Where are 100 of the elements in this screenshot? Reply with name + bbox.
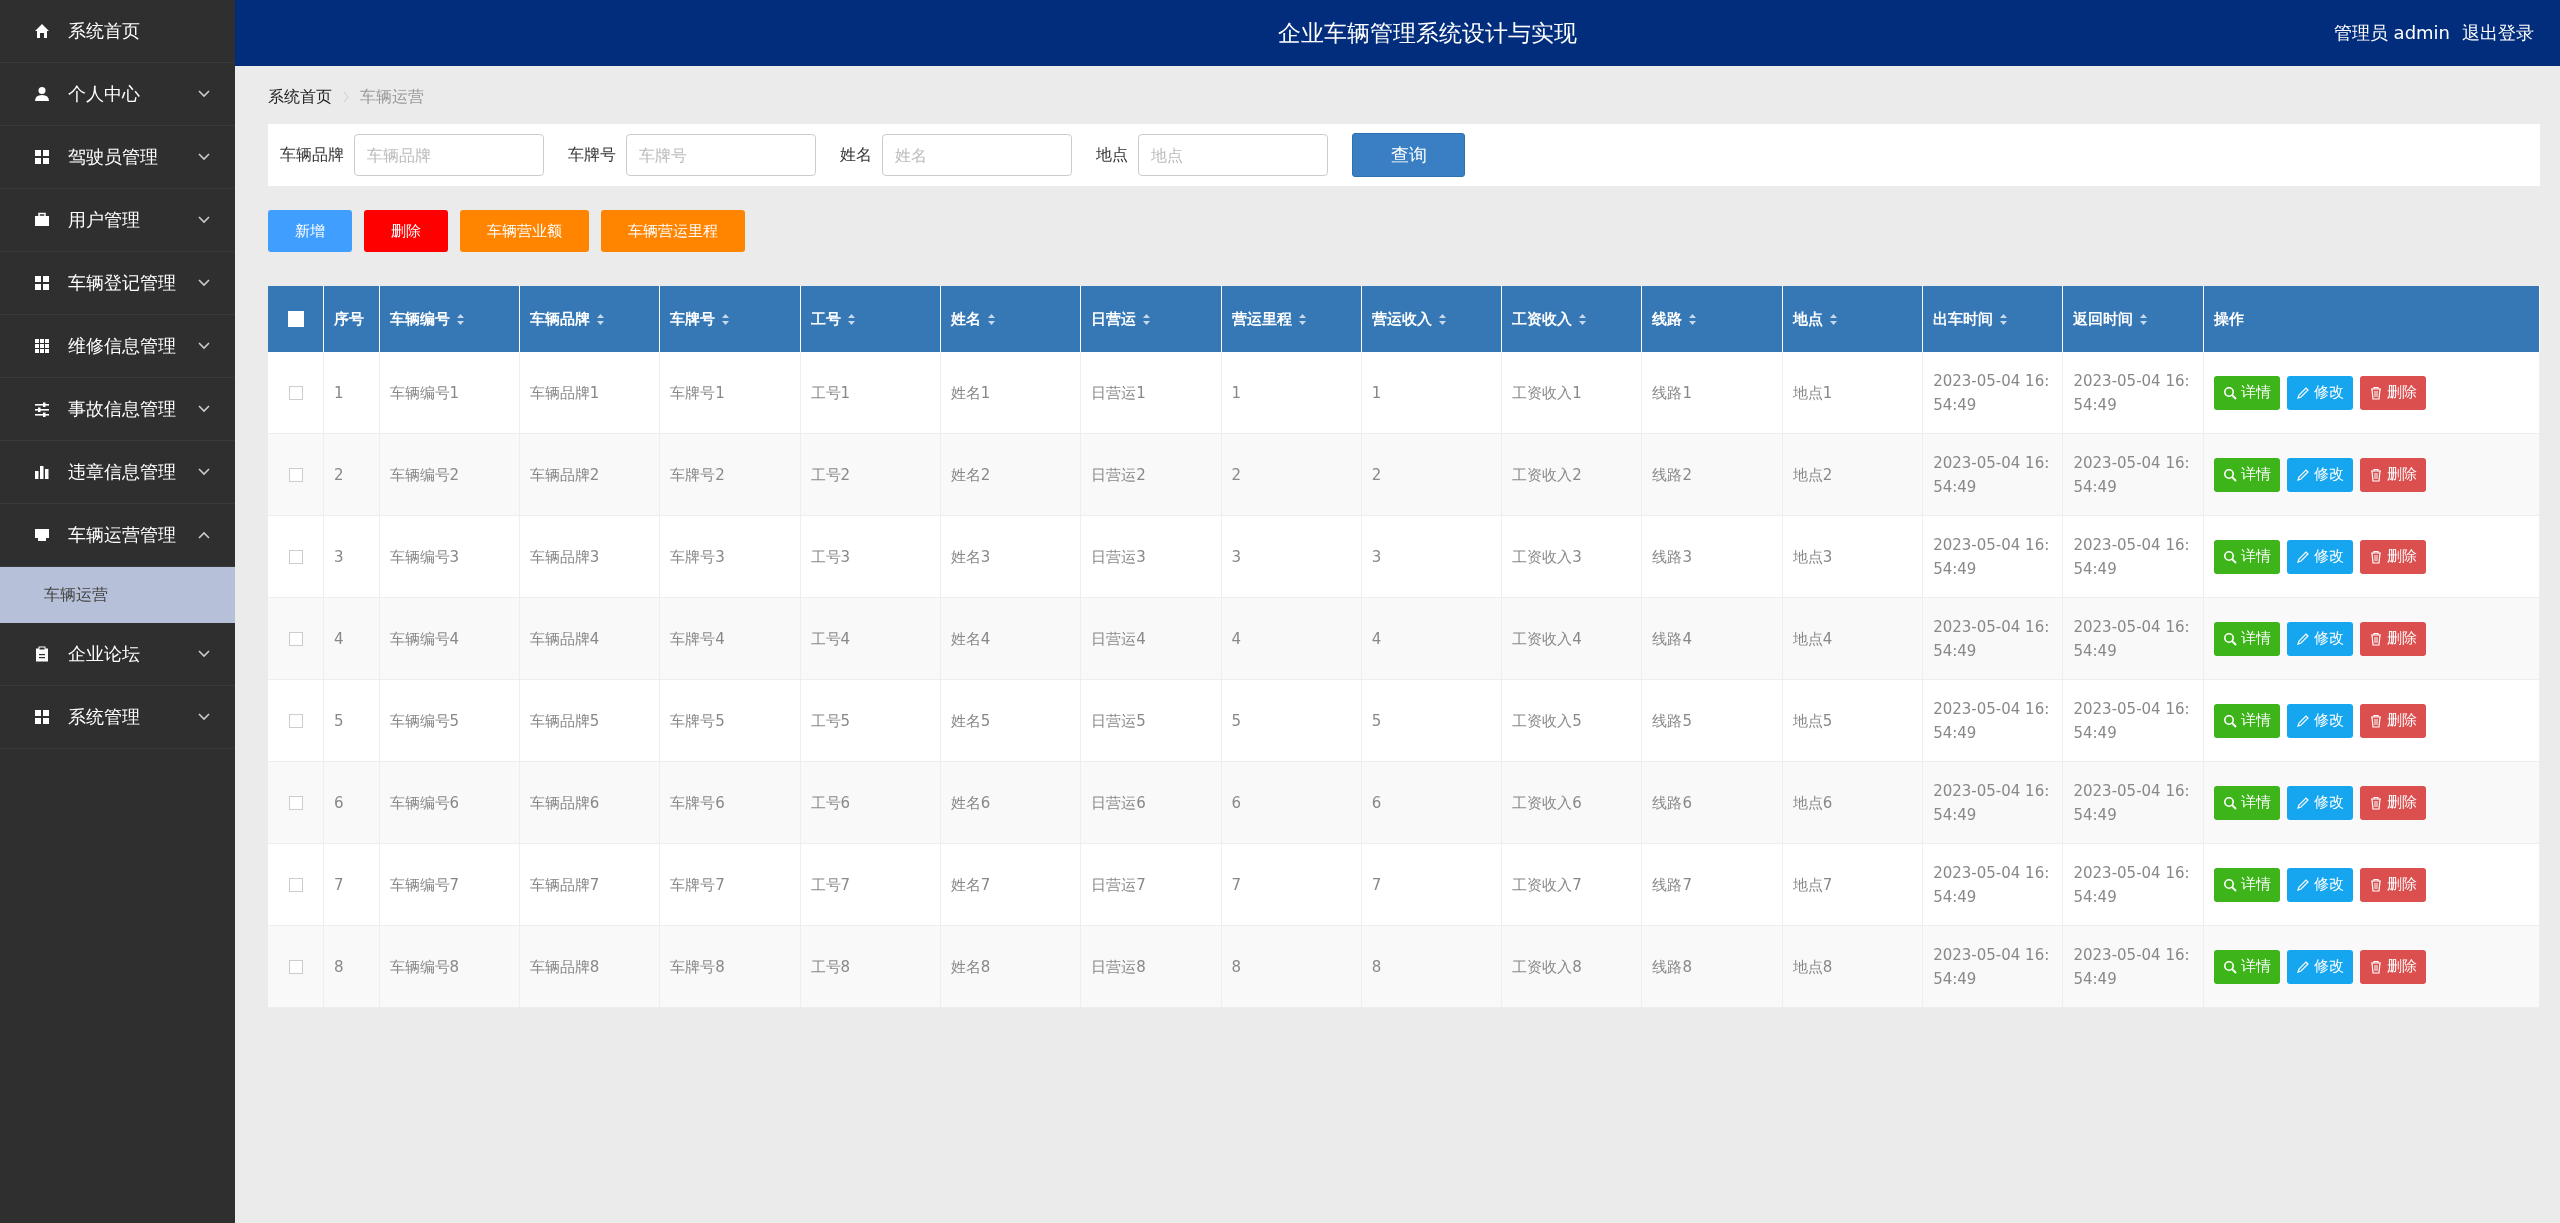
sidebar-item[interactable]: 违章信息管理 xyxy=(0,441,235,504)
field-label: 地点 xyxy=(1096,144,1128,166)
row-detail-button[interactable]: 详情 xyxy=(2213,949,2280,984)
row-delete-button[interactable]: 删除 xyxy=(2359,949,2426,984)
row-edit-button[interactable]: 修改 xyxy=(2286,867,2353,902)
row-checkbox[interactable] xyxy=(288,385,303,400)
search-icon xyxy=(2222,795,2237,810)
table-cell: 车辆品牌7 xyxy=(519,843,660,926)
table-cell: 工资收入7 xyxy=(1501,843,1642,926)
column-header[interactable]: 日营运 xyxy=(1080,286,1221,352)
clipboard-icon xyxy=(34,646,50,662)
logout-link[interactable]: 退出登录 xyxy=(2462,21,2534,45)
sidebar-item[interactable]: 系统管理 xyxy=(0,686,235,749)
column-header[interactable]: 工号 xyxy=(800,286,941,352)
column-header[interactable]: 工资收入 xyxy=(1501,286,1642,352)
sidebar-item[interactable]: 维修信息管理 xyxy=(0,315,235,378)
table-cell: 2023-05-04 16:54:49 xyxy=(1922,433,2063,516)
action-button[interactable]: 车辆营业额 xyxy=(460,210,589,252)
row-detail-button[interactable]: 详情 xyxy=(2213,867,2280,902)
row-checkbox[interactable] xyxy=(288,467,303,482)
table-cell: 3 xyxy=(1361,515,1502,598)
pencil-icon xyxy=(2295,549,2310,564)
caret-icon xyxy=(197,278,211,288)
breadcrumb-item[interactable]: 系统首页 xyxy=(268,86,332,108)
search-field[interactable]: 地点 xyxy=(1138,134,1328,176)
sidebar-item[interactable]: 用户管理 xyxy=(0,189,235,252)
table-cell: 姓名4 xyxy=(940,597,1081,680)
action-button[interactable]: 新增 xyxy=(268,210,352,252)
table-cell: 日营运8 xyxy=(1080,925,1221,1008)
table-cell: 工资收入2 xyxy=(1501,433,1642,516)
search-field[interactable]: 姓名 xyxy=(882,134,1072,176)
search-field[interactable]: 车牌号 xyxy=(626,134,816,176)
table-cell: 1 xyxy=(1361,352,1502,434)
sidebar-item[interactable]: 驾驶员管理 xyxy=(0,126,235,189)
sidebar-item[interactable]: 事故信息管理 xyxy=(0,378,235,441)
row-edit-button[interactable]: 修改 xyxy=(2286,949,2353,984)
pencil-icon xyxy=(2295,385,2310,400)
trash-icon xyxy=(2368,467,2383,482)
row-edit-button[interactable]: 修改 xyxy=(2286,539,2353,574)
column-header[interactable]: 营运里程 xyxy=(1221,286,1362,352)
column-header[interactable]: 营运收入 xyxy=(1361,286,1502,352)
row-checkbox[interactable] xyxy=(288,713,303,728)
row-checkbox[interactable] xyxy=(288,877,303,892)
sidebar-item[interactable]: 个人中心 xyxy=(0,63,235,126)
grid-icon xyxy=(34,275,50,291)
table-cell: 2023-05-04 16:54:49 xyxy=(2062,843,2204,926)
row-detail-button[interactable]: 详情 xyxy=(2213,703,2280,738)
sidebar-item[interactable]: 企业论坛 xyxy=(0,623,235,686)
table-cell: 2023-05-04 16:54:49 xyxy=(1922,843,2063,926)
column-header[interactable]: 车辆编号 xyxy=(379,286,520,352)
column-header[interactable]: 地点 xyxy=(1782,286,1923,352)
column-header[interactable]: 出车时间 xyxy=(1922,286,2063,352)
row-edit-button[interactable]: 修改 xyxy=(2286,457,2353,492)
row-checkbox[interactable] xyxy=(288,959,303,974)
row-delete-button[interactable]: 删除 xyxy=(2359,539,2426,574)
row-edit-button[interactable]: 修改 xyxy=(2286,785,2353,820)
table-cell: 2023-05-04 16:54:49 xyxy=(2062,925,2204,1008)
breadcrumb-item[interactable]: 车辆运营 xyxy=(360,86,424,108)
column-header[interactable]: 操作 xyxy=(2203,286,2540,352)
row-checkbox[interactable] xyxy=(288,631,303,646)
search-field[interactable]: 车辆品牌 xyxy=(354,134,544,176)
row-detail-button[interactable]: 详情 xyxy=(2213,621,2280,656)
row-detail-button[interactable]: 详情 xyxy=(2213,457,2280,492)
row-checkbox[interactable] xyxy=(288,795,303,810)
action-button[interactable]: 删除 xyxy=(364,210,448,252)
row-edit-button[interactable]: 修改 xyxy=(2286,621,2353,656)
table-cell: 2023-05-04 16:54:49 xyxy=(1922,597,2063,680)
row-delete-button[interactable]: 删除 xyxy=(2359,621,2426,656)
column-header[interactable]: 姓名 xyxy=(940,286,1081,352)
row-detail-button[interactable]: 详情 xyxy=(2213,539,2280,574)
table-cell: 线路2 xyxy=(1642,433,1783,516)
action-button[interactable]: 车辆营运里程 xyxy=(601,210,745,252)
table-cell: 7 xyxy=(1361,843,1502,926)
separator-icon xyxy=(342,91,350,103)
table-cell: 线路4 xyxy=(1642,597,1783,680)
column-header[interactable]: 车辆品牌 xyxy=(519,286,660,352)
row-delete-button[interactable]: 删除 xyxy=(2359,867,2426,902)
row-edit-button[interactable]: 修改 xyxy=(2286,375,2353,410)
field-label: 车牌号 xyxy=(568,144,616,166)
row-detail-button[interactable]: 详情 xyxy=(2213,785,2280,820)
column-header[interactable]: 车牌号 xyxy=(659,286,800,352)
column-header[interactable]: 返回时间 xyxy=(2062,286,2204,352)
sidebar-subitem[interactable]: 车辆运营 xyxy=(0,567,235,623)
sidebar-item[interactable]: 车辆登记管理 xyxy=(0,252,235,315)
table-cell: 车辆编号1 xyxy=(379,352,520,434)
row-delete-button[interactable]: 删除 xyxy=(2359,703,2426,738)
row-checkbox[interactable] xyxy=(288,549,303,564)
column-header[interactable]: 线路 xyxy=(1642,286,1783,352)
table-cell: 车辆品牌2 xyxy=(519,433,660,516)
row-delete-button[interactable]: 删除 xyxy=(2359,375,2426,410)
column-header[interactable]: 序号 xyxy=(323,286,380,352)
row-detail-button[interactable]: 详情 xyxy=(2213,375,2280,410)
query-button[interactable]: 查询 xyxy=(1352,133,1465,177)
row-delete-button[interactable]: 删除 xyxy=(2359,457,2426,492)
select-all-checkbox[interactable] xyxy=(287,311,304,327)
row-delete-button[interactable]: 删除 xyxy=(2359,785,2426,820)
row-edit-button[interactable]: 修改 xyxy=(2286,703,2353,738)
sort-icon xyxy=(595,312,605,326)
table-cell: 工资收入1 xyxy=(1501,352,1642,434)
table-cell: 2023-05-04 16:54:49 xyxy=(1922,515,2063,598)
